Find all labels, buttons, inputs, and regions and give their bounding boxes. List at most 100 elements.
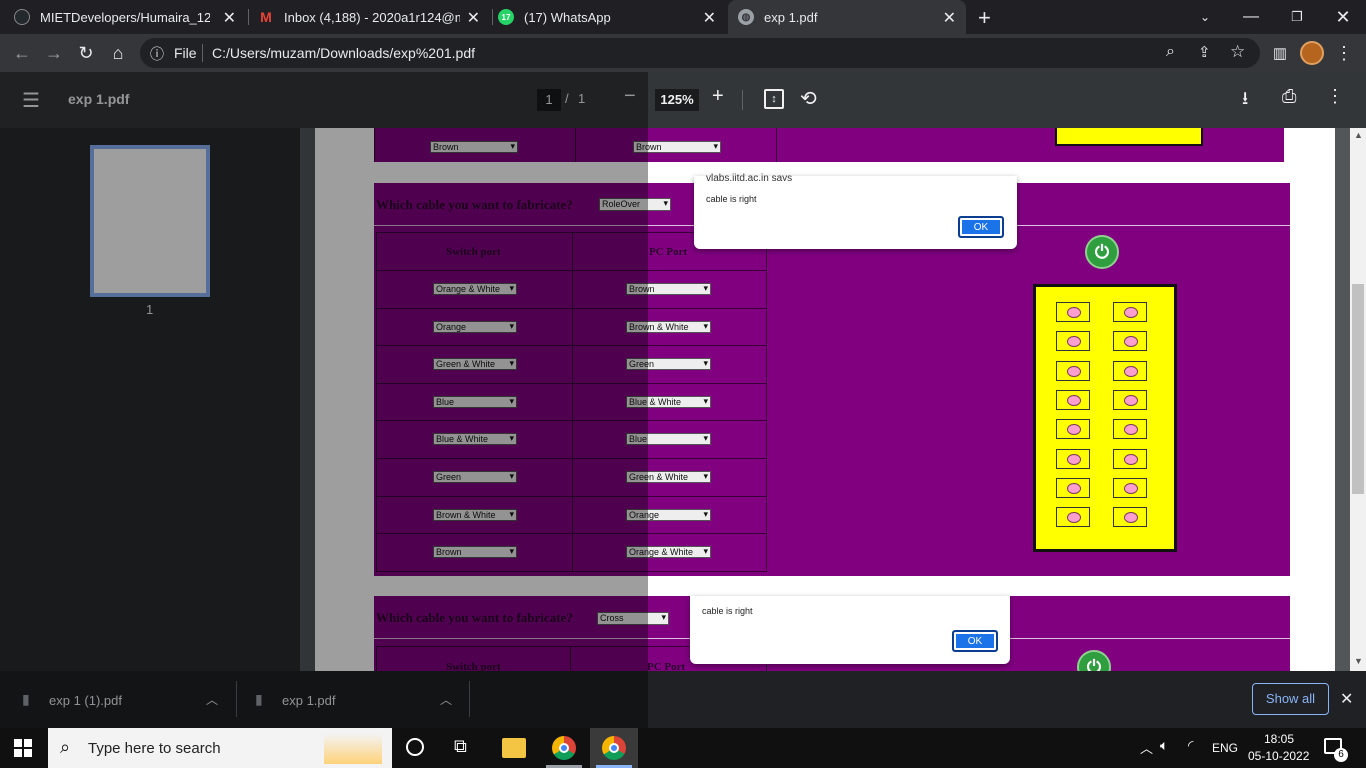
download-bar: ▮ exp 1 (1).pdf ︿ ▮ exp 1.pdf ︿ Show all…	[0, 671, 1366, 728]
address-bar[interactable]: ⓘ File C:/Users/muzam/Downloads/exp%201.…	[140, 38, 1260, 68]
pc-port-select[interactable]: Orange & White	[626, 546, 711, 558]
rj45-port[interactable]	[1056, 507, 1090, 527]
back-icon[interactable]: ←	[10, 41, 34, 65]
share-icon[interactable]: ⇪	[1198, 43, 1211, 61]
download-icon[interactable]: ⭳	[1242, 86, 1248, 116]
pc-port-select[interactable]: Green & White	[626, 471, 711, 483]
switch-port-select[interactable]: Orange	[433, 321, 517, 333]
wifi-icon[interactable]: ◜	[1188, 737, 1193, 754]
close-icon[interactable]: ✕	[223, 8, 236, 28]
pc-port-select[interactable]: Brown & White	[626, 321, 711, 333]
rj45-port[interactable]	[1056, 302, 1090, 322]
bookmark-star-icon[interactable]: ☆	[1230, 42, 1245, 62]
info-icon[interactable]: ⓘ	[150, 44, 164, 64]
minimize-button[interactable]: —	[1228, 0, 1274, 34]
zoom-in-button[interactable]: +	[712, 85, 724, 108]
pc-port-select[interactable]: Green	[626, 358, 711, 370]
tab-gmail[interactable]: M Inbox (4,188) - 2020a1r124@mie ✕	[258, 0, 490, 34]
download-item[interactable]: ▮ exp 1.pdf ︿	[237, 671, 469, 728]
restore-button[interactable]: ❐	[1274, 0, 1320, 34]
pc-port-select[interactable]: Blue & White	[626, 396, 711, 408]
rj45-port[interactable]	[1056, 361, 1090, 381]
ok-button[interactable]: OK	[952, 630, 998, 652]
menu-icon[interactable]: ⋮	[1332, 41, 1356, 65]
home-icon[interactable]: ⌂	[106, 41, 130, 65]
tab-github[interactable]: MIETDevelopers/Humaira_124_A ✕	[14, 0, 246, 34]
rj45-port[interactable]	[1113, 331, 1147, 351]
tab-exp-pdf[interactable]: ◍ exp 1.pdf ✕	[728, 0, 966, 34]
side-panel-icon[interactable]: ▥	[1268, 41, 1292, 65]
switch-port-select[interactable]: Brown & White	[433, 509, 517, 521]
reload-icon[interactable]: ↻	[74, 41, 98, 65]
close-download-bar-icon[interactable]: ✕	[1340, 689, 1353, 709]
close-icon[interactable]: ✕	[703, 8, 716, 28]
scrollbar[interactable]: ▲ ▼	[1350, 128, 1366, 671]
rj45-port[interactable]	[1113, 419, 1147, 439]
language-indicator[interactable]: ENG	[1212, 741, 1238, 755]
file-explorer-icon[interactable]	[502, 738, 526, 758]
switch-port-select[interactable]: Green	[433, 471, 517, 483]
cable-type-select[interactable]: Cross	[597, 612, 669, 625]
fit-page-icon[interactable]: ↕	[764, 89, 784, 109]
tab-search-icon[interactable]: ⌄	[1182, 0, 1228, 34]
rj45-port[interactable]	[1113, 302, 1147, 322]
hamburger-icon[interactable]: ☰	[22, 88, 40, 113]
zoom-input[interactable]: 125%	[655, 89, 699, 111]
close-icon[interactable]: ✕	[943, 8, 956, 28]
pc-port-select[interactable]: Brown	[633, 141, 721, 153]
zoom-icon[interactable]: ⌕	[1166, 43, 1175, 61]
chevron-up-icon[interactable]: ︿	[440, 691, 452, 708]
rj45-port[interactable]	[1056, 449, 1090, 469]
print-icon[interactable]: ⎙	[1282, 86, 1296, 107]
page-thumbnail[interactable]	[90, 145, 210, 297]
taskbar: ⌕ Type here to search ⧉ ︿ 🔈︎ ◜ ENG 18:05…	[0, 728, 1366, 768]
rj45-port[interactable]	[1056, 390, 1090, 410]
volume-icon[interactable]: 🔈︎	[1160, 737, 1168, 754]
switch-port-select[interactable]: Blue & White	[433, 433, 517, 445]
pc-port-select[interactable]: Blue	[626, 433, 711, 445]
rj45-port[interactable]	[1113, 449, 1147, 469]
rj45-port[interactable]	[1056, 331, 1090, 351]
close-icon[interactable]: ✕	[467, 8, 480, 28]
ok-button[interactable]: OK	[958, 216, 1004, 238]
new-tab-button[interactable]: +	[978, 5, 991, 31]
switch-port-select[interactable]: Orange & White	[433, 283, 517, 295]
rj45-port[interactable]	[1113, 390, 1147, 410]
chevron-up-icon[interactable]: ︿	[1140, 738, 1153, 757]
scrollbar-thumb[interactable]	[1352, 284, 1364, 494]
zoom-out-button[interactable]: −	[624, 85, 636, 108]
clock-date[interactable]: 05-10-2022	[1248, 749, 1309, 763]
forward-icon[interactable]: →	[42, 41, 66, 65]
cortana-icon[interactable]	[406, 738, 424, 756]
more-options-icon[interactable]: ⋮	[1326, 86, 1344, 107]
url-text: C:/Users/muzam/Downloads/exp%201.pdf	[212, 45, 476, 61]
rj45-port[interactable]	[1113, 507, 1147, 527]
pdf-viewer[interactable]: Brown Brown Which cable you want to fabr…	[300, 128, 1350, 671]
clock-time[interactable]: 18:05	[1264, 732, 1294, 746]
switch-port-select[interactable]: Brown	[433, 546, 517, 558]
switch-port-select[interactable]: Green & White	[433, 358, 517, 370]
windows-start-icon[interactable]	[14, 739, 32, 757]
rj45-port[interactable]	[1056, 419, 1090, 439]
rotate-icon[interactable]: ⟲	[800, 86, 817, 111]
switch-port-select[interactable]: Blue	[433, 396, 517, 408]
pc-port-select[interactable]: Orange	[626, 509, 711, 521]
power-button[interactable]: ⏻	[1085, 235, 1119, 269]
cable-type-select[interactable]: RoleOver	[599, 198, 671, 211]
chrome-icon[interactable]	[552, 736, 576, 760]
download-item[interactable]: ▮ exp 1 (1).pdf ︿	[0, 671, 236, 728]
search-box[interactable]: ⌕ Type here to search	[48, 728, 392, 768]
task-view-icon[interactable]: ⧉	[454, 736, 467, 757]
chevron-up-icon[interactable]: ︿	[206, 691, 218, 708]
window-close-button[interactable]: ✕	[1320, 0, 1366, 34]
page-number-input[interactable]: 1	[537, 89, 561, 111]
rj45-port[interactable]	[1113, 478, 1147, 498]
pc-port-select[interactable]: Brown	[626, 283, 711, 295]
switch-port-select[interactable]: Brown	[430, 141, 518, 153]
show-all-button[interactable]: Show all	[1252, 683, 1329, 715]
tab-whatsapp[interactable]: 17 (17) WhatsApp ✕	[498, 0, 726, 34]
rj45-port[interactable]	[1113, 361, 1147, 381]
avatar[interactable]	[1300, 41, 1324, 65]
rj45-port[interactable]	[1056, 478, 1090, 498]
chrome-active-window[interactable]	[590, 728, 638, 768]
